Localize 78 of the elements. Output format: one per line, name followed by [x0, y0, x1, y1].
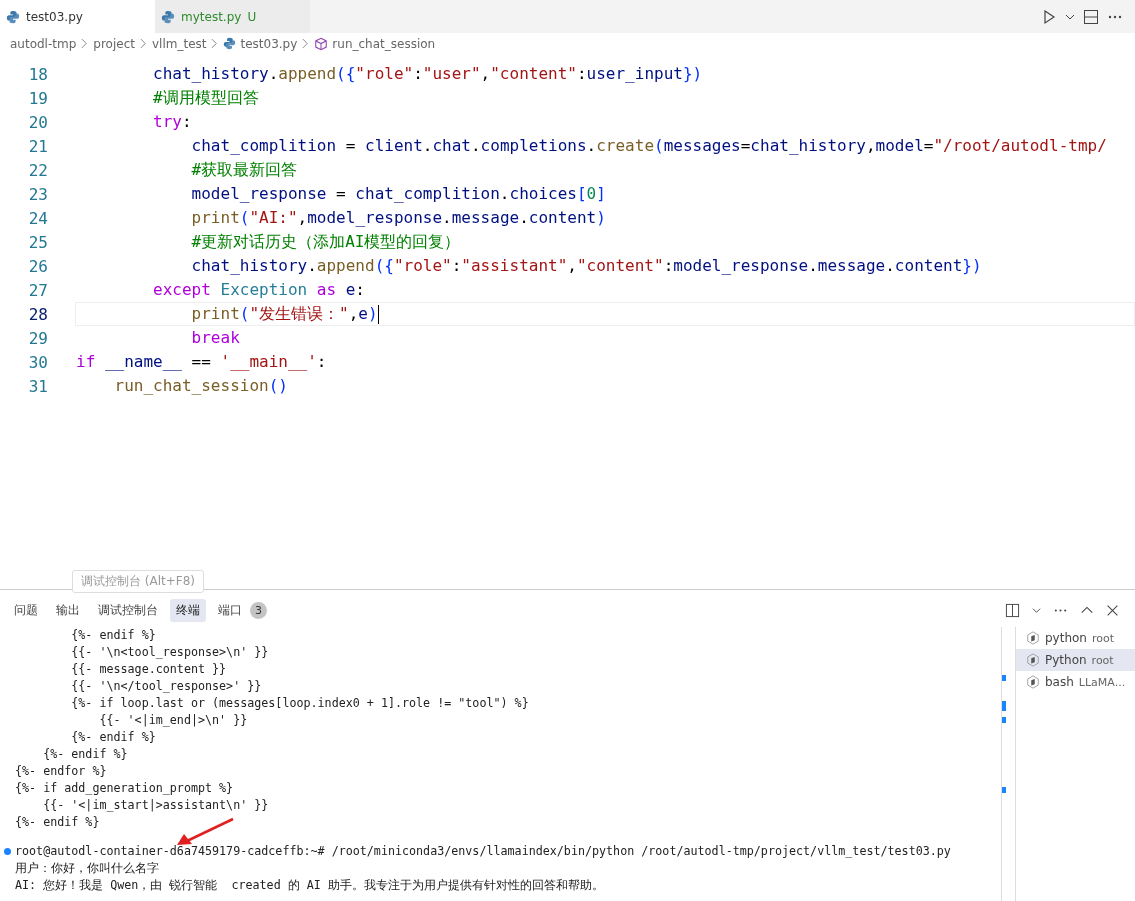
line-number: 23	[27, 184, 48, 204]
line-number: 18	[27, 64, 48, 84]
line-number: 24	[27, 208, 48, 228]
python-file-icon	[6, 9, 20, 24]
untracked-status: U	[247, 9, 257, 24]
terminal-line: {%- if loop.last or (messages[loop.index0 + 1].role != "tool") %}	[70, 695, 530, 712]
terminal-icon	[1026, 653, 1040, 667]
panel-tab[interactable]: 端口	[212, 598, 248, 622]
panel-tab[interactable]: 调试控制台	[92, 598, 164, 622]
chevron-right-icon	[302, 38, 310, 49]
code-line: break	[190, 327, 241, 349]
python-file-icon	[223, 37, 237, 50]
code-line: #获取最新回答	[190, 159, 299, 181]
terminal-icon	[1026, 675, 1040, 689]
panel-tab[interactable]: 终端	[170, 598, 206, 622]
terminal-line: {{- '<|im_end|>\n' }}	[98, 712, 249, 729]
terminal-line: {%- endif %}	[70, 627, 157, 644]
terminal-line: {%- if add_generation_prompt %}	[15, 780, 235, 797]
tooltip: 调试控制台 (Alt+F8)	[72, 570, 205, 593]
terminal-list-item[interactable]: python root	[1016, 627, 1135, 649]
cube-icon	[314, 36, 329, 51]
chevron-right-icon	[81, 38, 89, 49]
line-number: 19	[27, 88, 48, 108]
line-number: 22	[27, 160, 48, 180]
line-number: 27	[27, 280, 48, 300]
code-line: chat_history.append({"role":"assistant","content":model_response.message.content})	[190, 255, 983, 277]
breadcrumb-item[interactable]: autodl-tmp	[10, 36, 77, 51]
python-file-icon	[161, 9, 175, 24]
line-number: 31	[27, 376, 48, 396]
code-line: #更新对话历史（添加AI模型的回复）	[190, 231, 462, 253]
close-icon[interactable]	[1106, 603, 1119, 617]
status-dot-icon	[4, 848, 11, 855]
code-line: print("AI:",model_response.message.content)	[190, 207, 607, 229]
breadcrumb-item[interactable]: project	[93, 36, 135, 51]
terminal-line: {%- endfor %}	[15, 763, 108, 780]
editor-tab[interactable]: mytest.py U	[155, 0, 310, 33]
panel-tab[interactable]: 问题	[8, 598, 44, 622]
terminal-line: {%- endif %}	[15, 814, 101, 831]
editor-tab[interactable]: test03.py	[0, 0, 155, 33]
terminal-output: 用户：你好，你叫什么名字	[15, 860, 160, 877]
terminal-line: {{- '\n<tool_response>\n' }}	[70, 644, 270, 661]
code-line: #调用模型回答	[152, 87, 260, 109]
chevron-down-icon[interactable]	[1032, 605, 1041, 615]
breadcrumb-item[interactable]: test03.py	[240, 36, 298, 51]
line-number: 30	[27, 352, 48, 372]
terminal-command: root@autodl-container-d6a7459179-cadceffb:~# /root/miniconda3/envs/llamaindex/bin/python /root/autodl-tmp/project/vllm_test/test03.py	[15, 843, 951, 860]
line-number: 28	[27, 304, 48, 324]
code-line: except Exception as e:	[152, 279, 366, 301]
panel-tab[interactable]: 输出	[50, 598, 86, 622]
terminal-icon	[1026, 631, 1040, 645]
terminal-output: AI: 您好！我是 Qwen，由 锐行智能 created 的 AI 助手。我专注于为用户提供有针对性的回答和帮助。	[15, 877, 605, 894]
code-line: chat_complition = client.chat.completions.create(messages=chat_history,model="/root/autodl-tmp/	[190, 135, 1108, 157]
count-badge: 3	[250, 601, 267, 619]
split-editor-icon[interactable]	[1083, 8, 1099, 25]
line-number: 26	[27, 256, 48, 276]
terminal-list-item[interactable]: bash LLaMA...	[1016, 671, 1135, 693]
terminal-line: {%- endif %}	[70, 729, 157, 746]
chevron-right-icon	[211, 38, 219, 49]
terminal-line: {{- message.content }}	[70, 661, 228, 678]
terminal-line: {{- '<|im_start|>assistant\n' }}	[42, 797, 270, 814]
code-line: try:	[152, 111, 193, 133]
breadcrumb-item[interactable]: vllm_test	[151, 36, 207, 51]
line-number: 25	[27, 232, 48, 252]
terminal-list-item[interactable]: Python root	[1016, 649, 1135, 671]
line-number: 20	[27, 112, 48, 132]
breadcrumb-item[interactable]: run_chat_session	[332, 36, 436, 51]
chevron-right-icon	[139, 38, 147, 49]
terminal-line: {%- endif %}	[42, 746, 129, 763]
line-number: 21	[27, 136, 48, 156]
code-line: run_chat_session()	[113, 375, 289, 397]
code-line: model_response = chat_complition.choices[0]	[190, 183, 607, 205]
run-icon[interactable]	[1041, 8, 1057, 25]
terminal-line: {{- '\n</tool_response>' }}	[70, 678, 263, 695]
code-line: chat_history.append({"role":"user","content":user_input})	[152, 63, 704, 85]
line-number: 29	[27, 328, 48, 348]
arrow-annotation	[177, 817, 234, 845]
code-line: if __name__ == '__main__':	[75, 351, 328, 373]
split-terminal-icon[interactable]	[1005, 602, 1020, 618]
